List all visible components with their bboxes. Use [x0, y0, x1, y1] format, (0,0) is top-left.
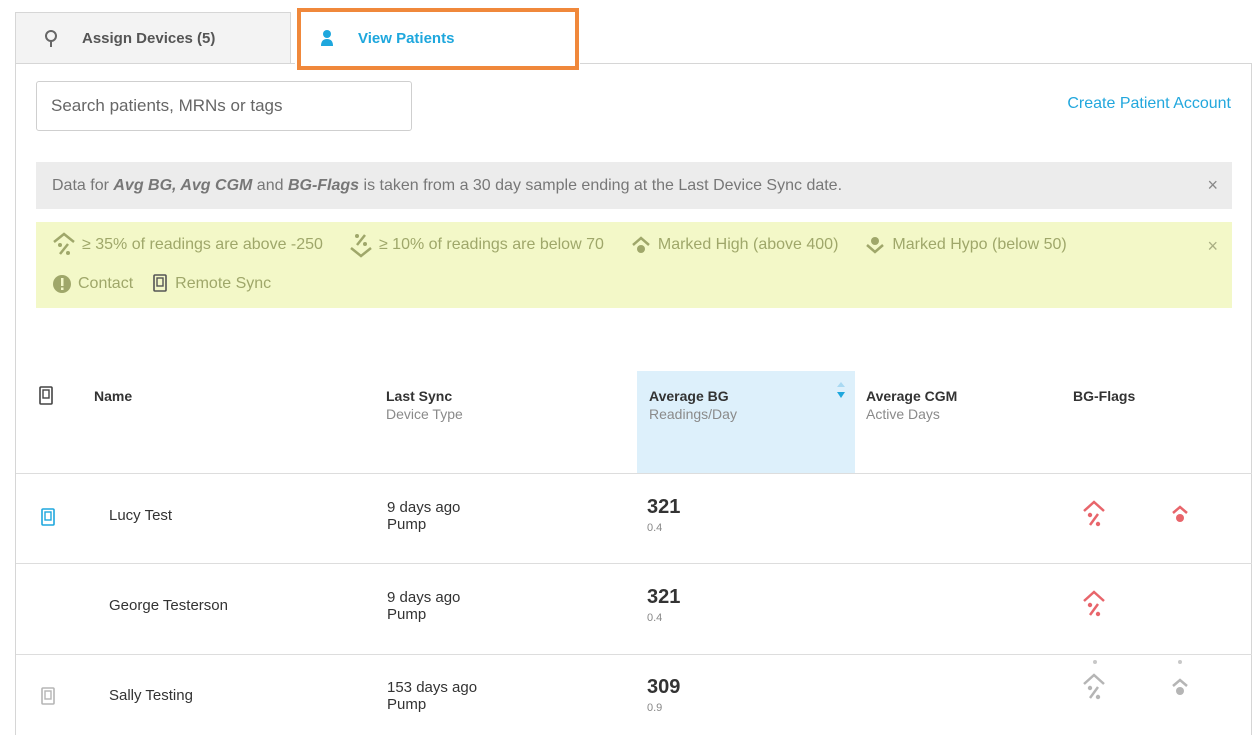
- legend-label-above: ≥ 35% of readings are above -250: [82, 236, 323, 253]
- legend-label-high: Marked High (above 400): [657, 236, 839, 253]
- last-sync-value: 9 days ago: [387, 589, 461, 606]
- last-sync-cell: 9 days ago Pump: [387, 589, 460, 623]
- search-input[interactable]: Search patients, MRNs or tags: [36, 81, 412, 131]
- flags-legend: ≥ 35% of readings are above -250 ≥ 10% o…: [36, 222, 1232, 308]
- marked-high-icon: [632, 236, 650, 253]
- percent-above-flag-icon: [1083, 590, 1105, 617]
- header-readings-day-label: Readings/Day: [649, 406, 737, 422]
- info-banner-term2: BG-Flags: [287, 176, 360, 194]
- last-sync-value: 153 days ago: [387, 679, 478, 696]
- legend-item-above: ≥ 35% of readings are above -250: [52, 232, 323, 258]
- header-name[interactable]: Name: [94, 388, 132, 404]
- header-bg-flags[interactable]: BG-Flags: [1073, 388, 1135, 404]
- info-banner-suffix: is taken from a 30 day sample ending at …: [363, 176, 843, 194]
- tab-assign-devices-label: Assign Devices (5): [82, 30, 216, 47]
- remote-sync-icon: [153, 274, 167, 292]
- legend-label-contact: Contact: [78, 275, 134, 292]
- contact-icon: [53, 275, 71, 293]
- header-average-bg-label: Average BG: [649, 388, 729, 404]
- close-legend-button[interactable]: ×: [1207, 236, 1218, 257]
- percent-below-icon: [350, 234, 372, 258]
- remote-sync-icon[interactable]: [41, 687, 55, 705]
- header-last-sync[interactable]: Last Sync Device Type: [386, 388, 463, 422]
- marked-high-flag-icon: [1172, 678, 1188, 695]
- header-active-days-label: Active Days: [866, 406, 940, 422]
- avg-bg-cell: 321 0.4: [647, 496, 680, 534]
- header-divider: [16, 473, 1252, 474]
- remote-sync-header-icon[interactable]: [38, 386, 54, 406]
- row-divider: [16, 654, 1252, 655]
- legend-item-high: Marked High (above 400): [630, 235, 839, 255]
- close-info-banner-button[interactable]: ×: [1207, 175, 1218, 196]
- marked-hypo-icon: [866, 237, 885, 254]
- legend-label-below: ≥ 10% of readings are below 70: [378, 236, 604, 253]
- avg-bg-cell: 309 0.9: [647, 676, 680, 714]
- avg-bg-value: 321: [647, 496, 681, 518]
- flag-indicator-dot: [1178, 660, 1182, 664]
- marked-high-flag-icon: [1172, 505, 1188, 522]
- tab-assign-devices[interactable]: Assign Devices (5): [15, 12, 291, 64]
- avg-bg-cell: 321 0.4: [647, 586, 680, 624]
- patient-name[interactable]: George Testerson: [109, 597, 228, 614]
- info-banner-term1: Avg BG, Avg CGM: [113, 176, 253, 194]
- percent-above-icon: [53, 232, 75, 255]
- header-average-cgm-label: Average CGM: [866, 388, 958, 404]
- last-sync-value: 9 days ago: [387, 499, 461, 516]
- header-average-bg[interactable]: Average BG Readings/Day: [649, 388, 737, 422]
- legend-item-below: ≥ 10% of readings are below 70: [349, 232, 604, 258]
- device-type-value: Pump: [387, 696, 427, 713]
- header-last-sync-label: Last Sync: [386, 388, 453, 404]
- device-type-value: Pump: [387, 516, 427, 533]
- percent-above-flag-icon: [1083, 673, 1105, 700]
- avg-bg-value: 309: [647, 676, 681, 698]
- readings-per-day-value: 0.9: [647, 702, 663, 714]
- patient-name[interactable]: Lucy Test: [109, 507, 172, 524]
- last-sync-cell: 9 days ago Pump: [387, 499, 460, 533]
- avg-bg-value: 321: [647, 586, 681, 608]
- legend-label-hypo: Marked Hypo (below 50): [892, 236, 1067, 253]
- legend-label-remote-sync: Remote Sync: [175, 275, 272, 292]
- patient-name[interactable]: Sally Testing: [109, 687, 193, 704]
- sort-desc-icon[interactable]: [835, 380, 847, 400]
- last-sync-cell: 153 days ago Pump: [387, 679, 477, 713]
- readings-per-day-value: 0.4: [647, 522, 663, 534]
- info-banner-prefix: Data for: [52, 176, 109, 194]
- info-banner-middle: and: [256, 176, 284, 194]
- sorted-column-highlight: [637, 371, 855, 473]
- highlight-box: [297, 8, 579, 70]
- flag-indicator-dot: [1093, 660, 1097, 664]
- device-type-value: Pump: [387, 606, 427, 623]
- header-name-label: Name: [94, 388, 133, 404]
- percent-above-flag-icon: [1083, 500, 1105, 527]
- info-banner: Data for Avg BG, Avg CGM and BG-Flags is…: [36, 162, 1232, 209]
- tab-bar: Assign Devices (5) View Patients: [15, 12, 1252, 64]
- create-patient-account-link[interactable]: Create Patient Account: [1067, 95, 1231, 113]
- row-divider: [16, 563, 1252, 564]
- remote-sync-icon[interactable]: [41, 508, 55, 526]
- header-device-type-label: Device Type: [386, 406, 463, 422]
- legend-item-hypo: Marked Hypo (below 50): [864, 235, 1067, 255]
- header-average-cgm[interactable]: Average CGM Active Days: [866, 388, 957, 422]
- readings-per-day-value: 0.4: [647, 612, 663, 624]
- legend-item-contact: Contact: [52, 274, 133, 294]
- header-bg-flags-label: BG-Flags: [1073, 388, 1136, 404]
- legend-item-remote-sync: Remote Sync: [151, 274, 271, 294]
- device-icon: [42, 29, 60, 48]
